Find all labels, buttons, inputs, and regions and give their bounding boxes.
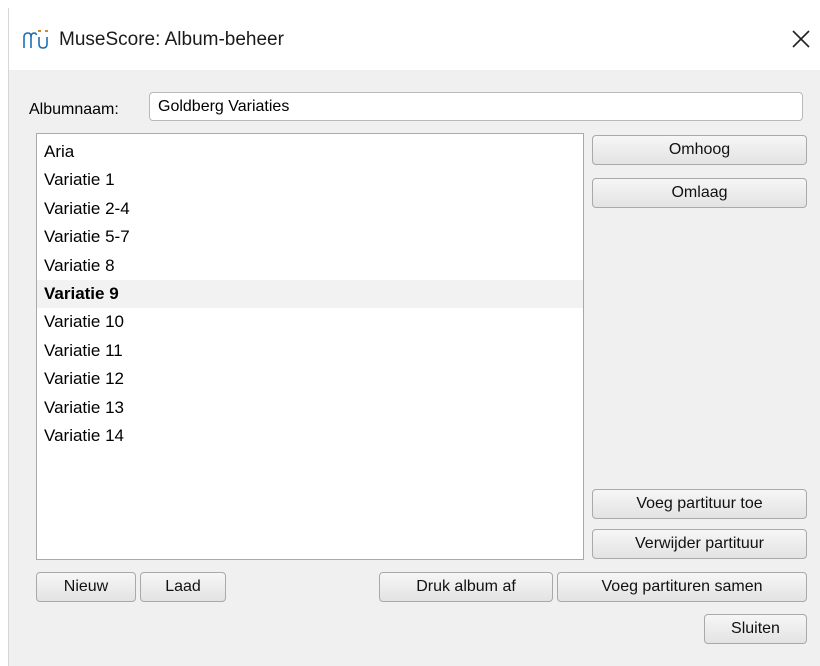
musescore-icon [22, 28, 50, 50]
album-manager-dialog: MuseScore: Album-beheer Albumnaam: AriaV… [8, 8, 820, 666]
album-name-input[interactable] [149, 92, 803, 121]
score-list-item[interactable]: Variatie 12 [37, 365, 583, 393]
score-list[interactable]: Aria Variatie 1 Variatie 2-4 Variatie 5-7 Va… [36, 133, 584, 560]
new-album-button[interactable]: Nieuw [36, 572, 136, 602]
score-list-item[interactable]: Variatie 2-4 [37, 195, 583, 223]
load-album-button[interactable]: Laad [140, 572, 226, 602]
window-title: MuseScore: Album-beheer [59, 29, 284, 50]
score-list-item[interactable]: Variatie 5-7 [37, 223, 583, 251]
close-window-button[interactable] [781, 22, 820, 56]
score-list-item[interactable]: Variatie 8 [37, 252, 583, 280]
print-album-button[interactable]: Druk album af [379, 572, 553, 602]
score-list-item[interactable]: Aria [37, 138, 583, 166]
score-list-item[interactable]: Variatie 13 [37, 394, 583, 422]
score-list-item[interactable]: Variatie 14 [37, 422, 583, 450]
move-down-button[interactable]: Omlaag [592, 178, 807, 208]
add-score-button[interactable]: Voeg partituur toe [592, 489, 807, 519]
score-list-item[interactable]: Variatie 9 [37, 279, 583, 309]
remove-score-button[interactable]: Verwijder partituur [592, 529, 807, 559]
score-list-item[interactable]: Variatie 11 [37, 337, 583, 365]
move-up-button[interactable]: Omhoog [592, 135, 807, 165]
join-scores-button[interactable]: Voeg partituren samen [557, 572, 807, 602]
score-list-item[interactable]: Variatie 10 [37, 308, 583, 336]
title-bar[interactable]: MuseScore: Album-beheer [9, 8, 820, 70]
close-icon [792, 30, 810, 48]
album-name-label: Albumnaam: [29, 101, 119, 118]
score-list-item[interactable]: Variatie 1 [37, 166, 583, 194]
close-button[interactable]: Sluiten [704, 614, 807, 644]
